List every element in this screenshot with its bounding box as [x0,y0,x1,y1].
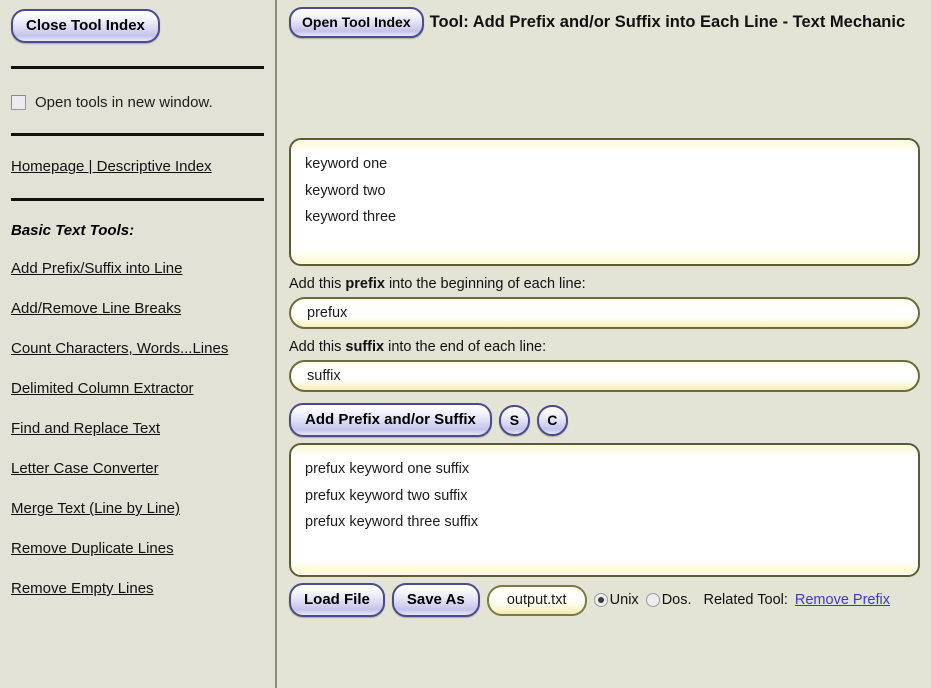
unix-radio-group[interactable]: Unix [594,592,639,608]
filename-input[interactable] [487,585,587,616]
unix-radio-label: Unix [610,592,639,608]
close-tool-index-container: Close Tool Index [11,0,264,43]
action-button-row: Add Prefix and/or Suffix S C [289,403,920,437]
prefix-label-pre: Add this [289,276,345,292]
sidebar-item-delimited-column-extractor[interactable]: Delimited Column Extractor [11,380,194,397]
copy-button[interactable]: C [537,405,568,436]
page-root: Close Tool Index Open tools in new windo… [0,0,931,688]
suffix-label-bold: suffix [345,339,384,355]
open-in-new-window-label: Open tools in new window. [35,94,213,111]
prefix-field-label: Add this prefix into the beginning of ea… [289,276,920,292]
main-content: Open Tool Index Tool: Add Prefix and/or S… [277,0,931,688]
sidebar-item-add-remove-line-breaks[interactable]: Add/Remove Line Breaks [11,300,181,317]
sidebar-item-letter-case-converter[interactable]: Letter Case Converter [11,460,159,477]
open-in-new-window-row[interactable]: Open tools in new window. [11,94,264,111]
remove-prefix-link[interactable]: Remove Prefix [795,592,890,608]
sidebar-item-count-characters[interactable]: Count Characters, Words...Lines [11,340,228,357]
list-item: Add/Remove Line Breaks [11,300,264,318]
sidebar-item-merge-text[interactable]: Merge Text (Line by Line) [11,500,180,517]
open-tool-index-button[interactable]: Open Tool Index [289,7,424,38]
bottom-toolbar: Load File Save As Unix Dos. Related Tool… [289,583,920,617]
page-title: Tool: Add Prefix and/or Suffix into Each… [430,13,906,31]
save-as-button[interactable]: Save As [392,583,480,617]
header-row: Open Tool Index Tool: Add Prefix and/or S… [289,0,920,38]
homepage-descriptive-index-link[interactable]: Homepage | Descriptive Index [11,158,212,175]
sidebar-item-remove-empty-lines[interactable]: Remove Empty Lines [11,580,154,597]
list-item: Remove Duplicate Lines [11,540,264,558]
load-file-button[interactable]: Load File [289,583,385,617]
sidebar-item-find-and-replace-text[interactable]: Find and Replace Text [11,420,160,437]
divider-middle [11,133,264,136]
input-textarea[interactable]: keyword one keyword two keyword three [289,138,920,266]
prefix-label-bold: prefix [345,276,385,292]
prefix-label-post: into the beginning of each line: [385,276,586,292]
suffix-input[interactable] [289,360,920,392]
suffix-label-pre: Add this [289,339,345,355]
list-item: Count Characters, Words...Lines [11,340,264,358]
list-item: Remove Empty Lines [11,580,264,598]
sidebar-item-add-prefix-suffix[interactable]: Add Prefix/Suffix into Line [11,260,183,277]
sidebar-item-remove-duplicate-lines[interactable]: Remove Duplicate Lines [11,540,174,557]
divider-top [11,66,264,69]
dos-radio[interactable] [646,593,660,607]
divider-bottom [11,198,264,201]
list-item: Merge Text (Line by Line) [11,500,264,518]
add-prefix-and-or-suffix-button[interactable]: Add Prefix and/or Suffix [289,403,492,437]
list-item: Letter Case Converter [11,460,264,478]
list-item: Find and Replace Text [11,420,264,438]
sidebar: Close Tool Index Open tools in new windo… [0,0,277,688]
dos-radio-group[interactable]: Dos. [646,592,692,608]
prefix-input[interactable] [289,297,920,329]
unix-radio[interactable] [594,593,608,607]
select-all-button[interactable]: S [499,405,530,436]
open-in-new-window-checkbox[interactable] [11,95,26,110]
suffix-label-post: into the end of each line: [384,339,546,355]
related-tool-label: Related Tool: [704,592,788,608]
homepage-links-row: Homepage | Descriptive Index [11,158,264,176]
suffix-field-label: Add this suffix into the end of each lin… [289,339,920,355]
list-item: Add Prefix/Suffix into Line [11,260,264,278]
dos-radio-label: Dos. [662,592,692,608]
output-textarea[interactable]: prefux keyword one suffix prefux keyword… [289,443,920,577]
list-item: Delimited Column Extractor [11,380,264,398]
basic-text-tools-heading: Basic Text Tools: [11,222,264,239]
tool-list: Add Prefix/Suffix into Line Add/Remove L… [11,260,264,598]
close-tool-index-button[interactable]: Close Tool Index [11,9,160,43]
